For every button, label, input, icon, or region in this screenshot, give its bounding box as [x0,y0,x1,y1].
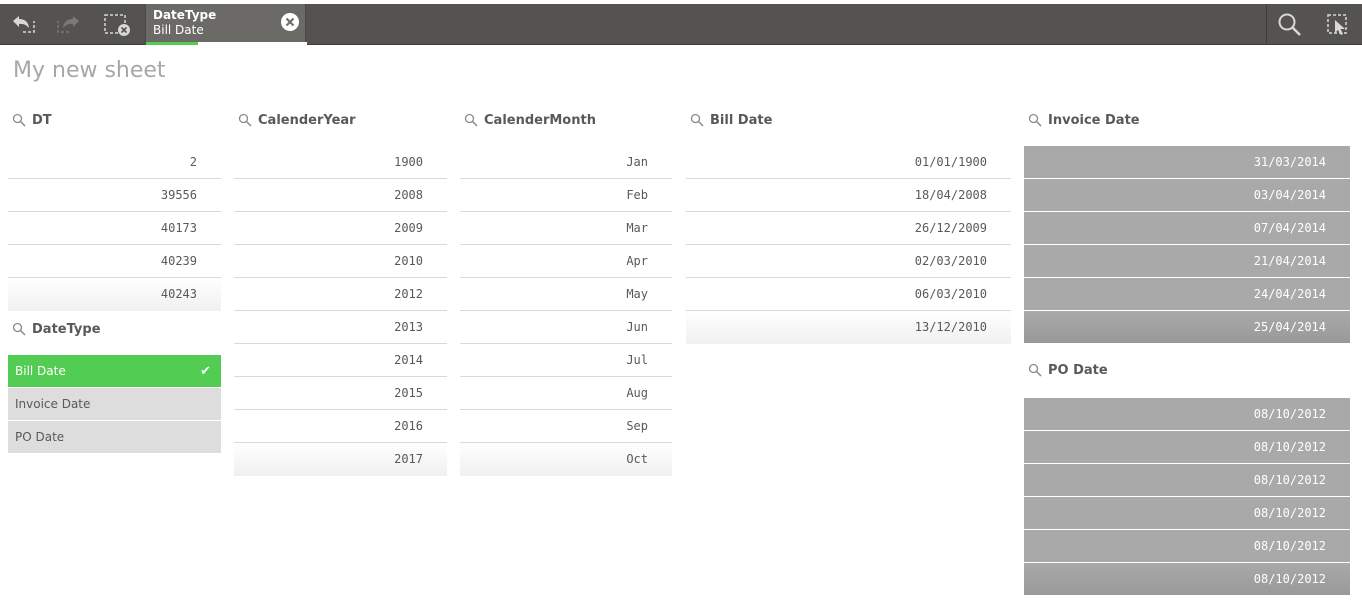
listbox-value-row[interactable]: Aug [460,377,672,410]
listbox-value-row[interactable]: 08/10/2012 [1024,398,1350,431]
selection-field-name: DateType [153,8,217,22]
listbox-value-row[interactable]: 25/04/2014 [1024,311,1350,344]
listbox-title: Bill Date [710,112,773,128]
listbox-value-row[interactable]: 08/10/2012 [1024,464,1350,497]
listbox-value-row[interactable]: 03/04/2014 [1024,179,1350,212]
listbox-value-row[interactable]: 39556 [8,179,221,212]
listbox-value-row[interactable]: 2 [8,146,221,179]
listbox-value-row[interactable]: 2016 [234,410,447,443]
current-selection-pill[interactable]: DateType Bill Date [145,4,307,45]
listbox-value-row[interactable]: 2014 [234,344,447,377]
listbox-value-label: Invoice Date [15,397,91,411]
listbox-title: DateType [32,321,101,337]
toolbar: DateType Bill Date [0,4,1362,45]
listbox-title: CalenderMonth [484,112,596,128]
listbox-value-row[interactable]: 08/10/2012 [1024,431,1350,464]
step-forward-button[interactable] [48,4,92,45]
listbox-value-row[interactable]: PO Date [8,421,221,454]
checkmark-icon: ✔ [200,364,211,379]
listbox-value-label: Bill Date [15,364,66,378]
selections-tool-button[interactable] [1316,4,1360,45]
listbox-value-row[interactable]: 02/03/2010 [686,245,1011,278]
listbox-value-row[interactable]: 2013 [234,311,447,344]
listbox-value-row[interactable]: 24/04/2014 [1024,278,1350,311]
search-icon [1278,13,1301,36]
listbox-value-row[interactable]: 13/12/2010 [686,311,1011,344]
search-icon [690,113,704,127]
listbox-value-row[interactable]: Oct [460,443,672,476]
listbox-value-row[interactable]: 2010 [234,245,447,278]
listbox-header[interactable]: DT [12,108,52,132]
listbox-value-row[interactable]: 06/03/2010 [686,278,1011,311]
step-back-icon [13,15,35,33]
listbox-value-row[interactable]: Mar [460,212,672,245]
listbox-value-row[interactable]: 26/12/2009 [686,212,1011,245]
listbox-header[interactable]: CalenderYear [238,108,356,132]
listbox-value-row[interactable]: Jun [460,311,672,344]
selection-state-bar [146,42,307,45]
listbox-value-row[interactable]: 01/01/1900 [686,146,1011,179]
search-icon [12,322,26,336]
toolbar-divider [1266,4,1267,45]
listbox-value-row[interactable]: 07/04/2014 [1024,212,1350,245]
listbox-value-row[interactable]: 08/10/2012 [1024,530,1350,563]
listbox-value-row[interactable]: May [460,278,672,311]
listbox-header[interactable]: DateType [12,317,101,341]
listbox-value-row[interactable]: Feb [460,179,672,212]
listbox-value-row[interactable]: Sep [460,410,672,443]
listbox-value-row[interactable]: Invoice Date [8,388,221,421]
listbox-title: Invoice Date [1048,112,1140,128]
clear-selections-icon [104,13,130,36]
listbox-value-row[interactable]: 08/10/2012 [1024,497,1350,530]
listbox-header[interactable]: CalenderMonth [464,108,596,132]
selection-field-value: Bill Date [153,23,204,37]
clear-selections-button[interactable] [95,4,139,45]
listbox-value-row[interactable]: 2012 [234,278,447,311]
listbox-value-row[interactable]: 1900 [234,146,447,179]
listbox-value-row[interactable]: 2015 [234,377,447,410]
selections-tool-icon [1327,13,1347,35]
listbox-value-row[interactable]: 2017 [234,443,447,476]
listbox-value-row[interactable]: 2009 [234,212,447,245]
search-icon [238,113,252,127]
listbox-value-row[interactable]: 18/04/2008 [686,179,1011,212]
listbox-title: PO Date [1048,362,1108,378]
listbox-value-row[interactable]: Bill Date ✔ [8,355,221,388]
search-icon [12,113,26,127]
listbox-value-row[interactable]: Jan [460,146,672,179]
listbox-title: DT [32,112,52,128]
search-icon [1028,363,1042,377]
listbox-value-row[interactable]: Jul [460,344,672,377]
listbox-value-row[interactable]: 2008 [234,179,447,212]
search-icon [1028,113,1042,127]
listbox-value-row[interactable]: 21/04/2014 [1024,245,1350,278]
clear-selection-button[interactable] [280,12,300,36]
listbox-header[interactable]: Bill Date [690,108,772,132]
listbox-value-row[interactable]: 40243 [8,278,221,311]
listbox-header[interactable]: PO Date [1028,358,1108,382]
listbox-value-row[interactable]: 08/10/2012 [1024,563,1350,596]
step-forward-icon [57,15,79,33]
listbox-value-row[interactable]: 40173 [8,212,221,245]
search-button[interactable] [1268,4,1312,45]
listbox-value-label: PO Date [15,430,65,444]
close-icon [281,13,299,31]
listbox-value-row[interactable]: 40239 [8,245,221,278]
sheet-title: My new sheet [13,58,166,83]
listbox-value-row[interactable]: 31/03/2014 [1024,146,1350,179]
search-icon [464,113,478,127]
listbox-title: CalenderYear [258,112,356,128]
listbox-value-row[interactable]: Apr [460,245,672,278]
listbox-header[interactable]: Invoice Date [1028,108,1140,132]
step-back-button[interactable] [0,4,44,45]
